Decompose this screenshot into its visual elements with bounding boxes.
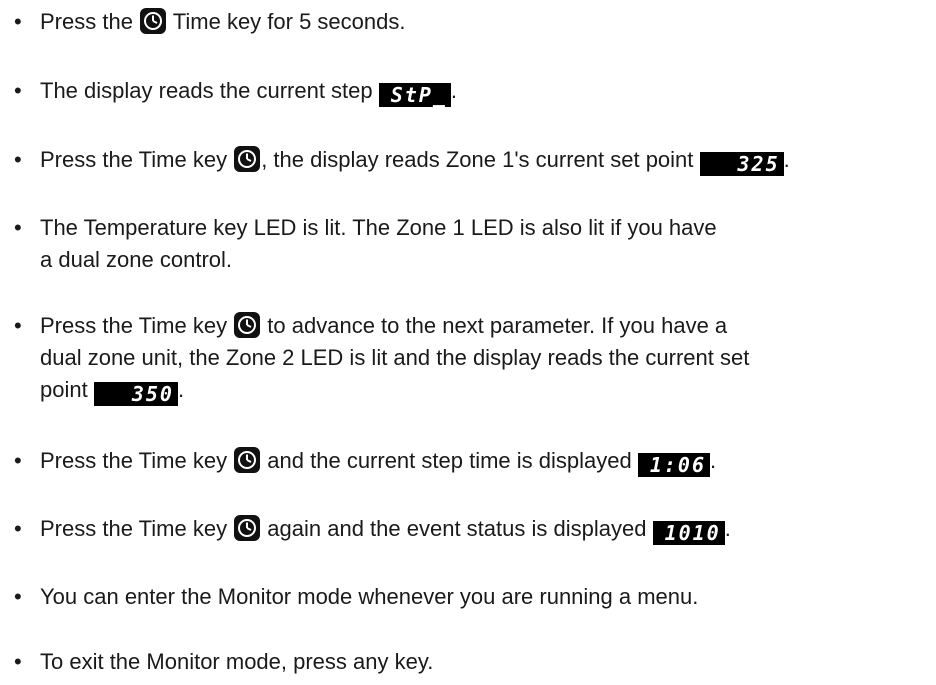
item-text-before: Press the Time key — [40, 313, 234, 338]
list-item: • Press the Time key to advance to the n… — [0, 310, 930, 406]
item-text: To exit the Monitor mode, press any key. — [40, 649, 434, 674]
list-item: • The display reads the current step StP… — [0, 75, 930, 107]
bullet: • — [14, 516, 22, 541]
bullet: • — [14, 649, 22, 674]
list-item: • The Temperature key LED is lit. The Zo… — [0, 212, 930, 276]
item-text-middle: again and the event status is displayed — [261, 516, 653, 541]
item-text-line1: The Temperature key LED is lit. The Zone… — [40, 215, 717, 240]
clock-icon — [234, 447, 261, 473]
list-item: • Press the Time key , the display reads… — [0, 144, 930, 176]
clock-icon — [140, 8, 167, 34]
item-text: The display reads the current step StP_. — [0, 75, 930, 107]
item-text-before: Press the Time key — [40, 147, 234, 172]
list-item: • Press the Time key again and the event… — [0, 513, 930, 545]
lcd-display: StP_ — [378, 83, 451, 107]
item-text-after: . — [724, 516, 731, 541]
item-text: Press the Time key , the display reads Z… — [0, 144, 930, 176]
list-item: • You can enter the Monitor mode wheneve… — [0, 581, 930, 613]
item-text-after: Time key for 5 seconds. — [167, 9, 406, 34]
item-text: Press the Time key again and the event s… — [0, 513, 930, 545]
bullet: • — [14, 9, 22, 34]
item-text-line2: dual zone unit, the Zone 2 LED is lit an… — [40, 345, 750, 370]
clock-icon — [234, 515, 261, 541]
item-text-after: . — [450, 78, 458, 103]
bullet: • — [14, 448, 22, 473]
item-text: Press the Time key and the current step … — [0, 445, 930, 477]
item-text-after: . — [710, 448, 717, 473]
lcd-display: 1010 — [652, 521, 725, 545]
instruction-page: • Press the Time key for 5 seconds. • Th… — [0, 0, 936, 685]
item-text-line3: point 350. — [0, 374, 930, 406]
bullet: • — [14, 147, 22, 172]
clock-icon — [234, 146, 261, 172]
item-text-middle: and the current step time is displayed — [261, 448, 638, 473]
item-text-line1: Press the Time key to advance to the nex… — [0, 310, 930, 342]
item-text-after: . — [783, 147, 790, 172]
list-item: • To exit the Monitor mode, press any ke… — [0, 646, 930, 678]
lcd-display: 1:06 — [637, 453, 711, 477]
item-text-before: Press the Time key — [40, 448, 234, 473]
item-text-before: Press the Time key — [40, 516, 234, 541]
item-text-before: Press the — [40, 9, 140, 34]
item-text: You can enter the Monitor mode whenever … — [40, 584, 699, 609]
lcd-display: 325 — [699, 152, 784, 176]
clock-icon — [234, 312, 261, 338]
item-text-middle: , the display reads Zone 1's current set… — [261, 147, 700, 172]
item-text-before: point — [40, 377, 94, 402]
list-item: • Press the Time key for 5 seconds. — [0, 6, 930, 38]
item-text-middle: to advance to the next parameter. If you… — [261, 313, 728, 338]
item-text: Press the Time key for 5 seconds. — [0, 6, 930, 38]
bullet: • — [14, 313, 22, 338]
list-item: • Press the Time key and the current ste… — [0, 445, 930, 477]
bullet: • — [14, 584, 22, 609]
item-text-after: . — [177, 377, 185, 402]
bullet: • — [14, 78, 22, 103]
bullet: • — [14, 215, 22, 240]
lcd-display: 350 — [93, 382, 178, 406]
item-text-before: The display reads the current step — [40, 78, 379, 103]
item-text-line2: a dual zone control. — [40, 247, 233, 272]
